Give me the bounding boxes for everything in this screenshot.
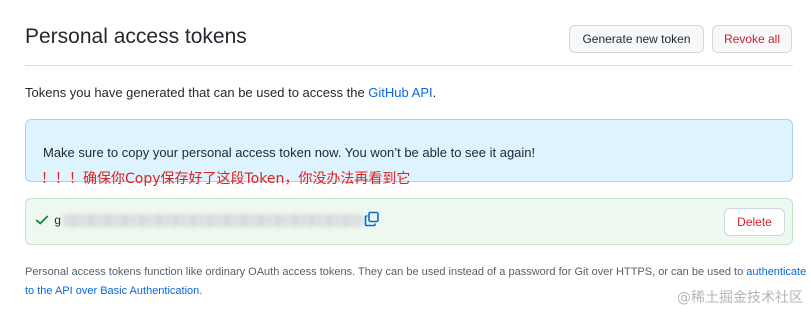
check-icon <box>35 215 49 225</box>
annotation-text: ！！！确保你Copy保存好了这段Token，你没办法再看到它 <box>41 171 411 187</box>
copy-icon[interactable] <box>364 211 380 227</box>
flash-message: Make sure to copy your personal access t… <box>43 145 536 160</box>
footer-note-suffix: . <box>199 285 203 297</box>
token-value: g <box>54 214 62 228</box>
intro-text-body: Tokens you have generated that can be us… <box>25 85 369 100</box>
token-redacted <box>63 214 363 227</box>
footer-note-body: Personal access tokens function like ord… <box>25 266 747 278</box>
page-title: Personal access tokens <box>25 25 247 48</box>
github-api-link[interactable]: GitHub API <box>368 85 432 100</box>
delete-token-button[interactable]: Delete <box>724 208 785 236</box>
intro-text-suffix: . <box>432 85 437 100</box>
divider <box>25 65 793 66</box>
revoke-all-button[interactable]: Revoke all <box>712 25 792 53</box>
generate-new-token-button[interactable]: Generate new token <box>569 25 704 53</box>
intro-text: Tokens you have generated that can be us… <box>25 85 436 100</box>
watermark: @稀土掘金技术社区 <box>677 290 803 306</box>
new-token-box: g Delete <box>25 198 793 245</box>
